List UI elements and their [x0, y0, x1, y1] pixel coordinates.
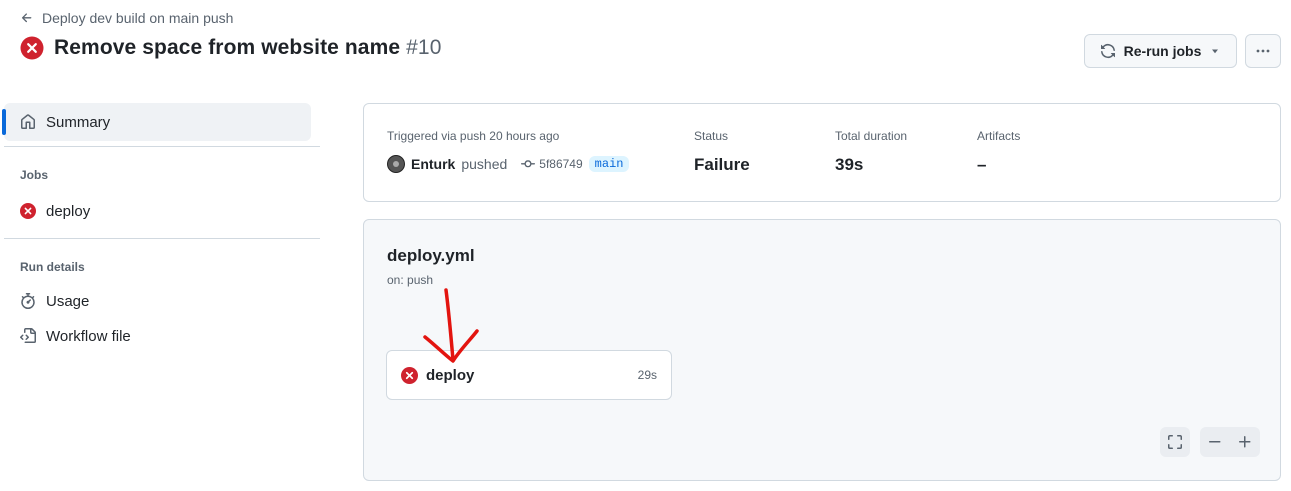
status-label: Status: [694, 129, 729, 143]
commit-sha[interactable]: 5f86749: [539, 157, 582, 171]
artifacts-info: Artifacts –: [977, 129, 1020, 175]
more-options-button[interactable]: [1245, 34, 1281, 68]
zoom-out-button[interactable]: [1200, 427, 1230, 457]
trigger-info: Triggered via push 20 hours ago Enturk p…: [387, 129, 630, 173]
duration-info: Total duration 39s: [835, 129, 907, 175]
x-circle-fill-icon: [20, 203, 36, 219]
workflow-file-name: deploy.yml: [387, 246, 475, 265]
run-summary-card: Triggered via push 20 hours ago Enturk p…: [363, 103, 1281, 202]
workflow-graph: deploy.yml on: push deploy 29s: [363, 219, 1281, 481]
duration-label: Total duration: [835, 129, 908, 143]
home-icon: [21, 114, 35, 129]
sync-icon: [1100, 44, 1115, 58]
trigger-text: Triggered via push 20 hours ago: [387, 129, 560, 143]
job-name: deploy: [426, 366, 475, 384]
zoom-controls: [1200, 427, 1260, 457]
page-title-row: Remove space from website name #10: [20, 36, 441, 60]
sidebar-item-label: Workflow file: [46, 327, 131, 345]
run-number: #10: [406, 36, 442, 59]
sidebar: Summary Jobs deploy Run details Usage Wo…: [0, 100, 320, 351]
sidebar-item-deploy[interactable]: deploy: [0, 196, 320, 226]
x-circle-fill-icon: [20, 36, 44, 60]
commit-link[interactable]: 5f86749: [521, 157, 583, 171]
avatar[interactable]: [387, 155, 405, 173]
status-info: Status Failure: [694, 129, 750, 175]
file-code-icon: [20, 328, 36, 343]
zoom-in-button[interactable]: [1230, 427, 1260, 457]
job-node-deploy[interactable]: deploy 29s: [386, 350, 672, 400]
push-info: Enturk pushed 5f86749 main: [387, 155, 630, 173]
back-link-label[interactable]: Deploy dev build on main push: [42, 10, 233, 26]
duration-value: 39s: [835, 155, 864, 174]
git-commit-icon: [521, 160, 536, 168]
sidebar-item-label: deploy: [46, 202, 91, 220]
dash-icon: [1209, 441, 1221, 443]
arrow-left-icon: [21, 13, 32, 23]
back-link[interactable]: Deploy dev build on main push: [20, 10, 233, 26]
artifacts-value: –: [977, 155, 987, 174]
sidebar-item-summary[interactable]: Summary: [2, 103, 311, 141]
divider: [4, 146, 320, 147]
fullscreen-button[interactable]: [1160, 427, 1190, 457]
job-duration: 29s: [637, 368, 657, 382]
jobs-heading: Jobs: [20, 168, 49, 182]
sidebar-item-workflow-file[interactable]: Workflow file: [0, 321, 320, 351]
screen-full-icon: [1168, 435, 1182, 449]
artifacts-label: Artifacts: [977, 129, 1021, 143]
sidebar-item-label: Usage: [46, 292, 90, 310]
kebab-horizontal-icon: [1256, 49, 1270, 53]
workflow-trigger: on: push: [387, 273, 434, 287]
page-title: Remove space from website name #10: [54, 36, 442, 59]
run-details-heading: Run details: [20, 260, 85, 274]
rerun-jobs-label: Re-run jobs: [1123, 43, 1202, 59]
rerun-jobs-button[interactable]: Re-run jobs: [1084, 34, 1237, 68]
sidebar-item-label: Summary: [46, 113, 111, 131]
stopwatch-icon: [21, 293, 35, 309]
actor-link[interactable]: Enturk: [411, 156, 455, 172]
status-value: Failure: [694, 155, 750, 174]
sidebar-item-usage[interactable]: Usage: [0, 286, 320, 316]
divider: [4, 238, 320, 239]
push-action: pushed: [461, 156, 508, 172]
plus-icon: [1239, 436, 1251, 448]
triangle-down-icon: [1212, 49, 1219, 54]
branch-label[interactable]: main: [588, 156, 630, 172]
x-circle-fill-icon: [401, 366, 418, 384]
